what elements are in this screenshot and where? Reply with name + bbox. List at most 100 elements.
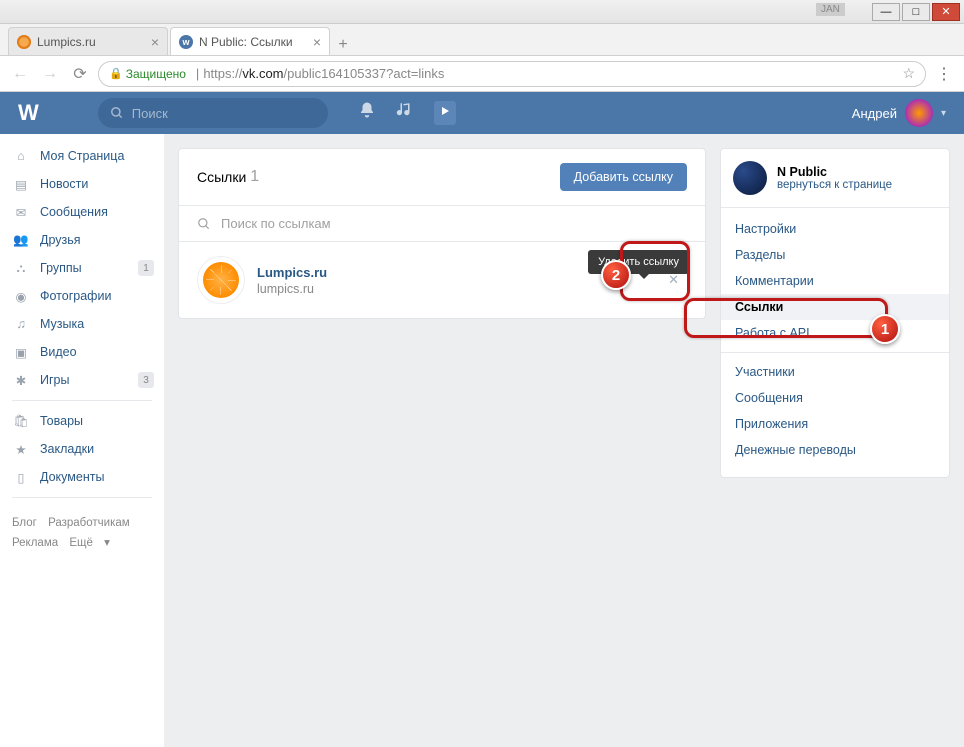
sidebar-label: Музыка <box>40 317 84 331</box>
delete-tooltip: Удалить ссылку <box>588 250 689 274</box>
browser-tab-strip: Lumpics.ru × w N Public: Ссылки × + <box>0 24 964 56</box>
add-link-button[interactable]: Добавить ссылку <box>560 163 687 191</box>
search-icon <box>197 217 211 231</box>
user-menu[interactable]: Андрей ▾ <box>852 99 946 127</box>
side-header: N Public вернуться к странице <box>721 149 949 208</box>
sidebar-item-my-page[interactable]: ⌂ Моя Страница <box>0 142 164 170</box>
search-placeholder: Поиск <box>132 106 168 121</box>
sm-messages[interactable]: Сообщения <box>721 385 949 411</box>
sm-api[interactable]: Работа с API <box>721 320 949 346</box>
sidebar-item-bookmarks[interactable]: ★ Закладки <box>0 435 164 463</box>
notifications-icon[interactable] <box>358 101 376 125</box>
window-close-button[interactable]: ✕ <box>932 3 960 21</box>
back-to-page-link[interactable]: вернуться к странице <box>777 179 892 191</box>
bag-icon: 🛍 <box>12 412 30 430</box>
search-input[interactable]: Поиск <box>98 98 328 128</box>
sidebar-label: Группы <box>40 261 82 275</box>
jan-tag: JAN <box>816 3 845 16</box>
sm-members[interactable]: Участники <box>721 359 949 385</box>
sm-transfers[interactable]: Денежные переводы <box>721 437 949 463</box>
vk-logo[interactable]: W <box>18 100 38 126</box>
sidebar-item-market[interactable]: 🛍 Товары <box>0 407 164 435</box>
search-placeholder: Поиск по ссылкам <box>221 216 331 231</box>
sidebar-label: Друзья <box>40 233 81 247</box>
browser-menu-button[interactable]: ⋮ <box>932 64 956 84</box>
sidebar-item-photos[interactable]: ◉Фотографии <box>0 282 164 310</box>
window-minimize-button[interactable]: — <box>872 3 900 21</box>
sidebar-item-messages[interactable]: ✉Сообщения <box>0 198 164 226</box>
footer-ads-link[interactable]: Реклама <box>12 537 58 549</box>
browser-tab-lumpics[interactable]: Lumpics.ru × <box>8 27 168 55</box>
gamepad-icon: ✱ <box>12 371 30 389</box>
sidebar-item-news[interactable]: ▤Новости <box>0 170 164 198</box>
page-body: ⌂ Моя Страница ▤Новости ✉Сообщения 👥 Друзь… <box>0 134 964 747</box>
play-icon[interactable] <box>434 101 456 125</box>
sm-sections[interactable]: Разделы <box>721 242 949 268</box>
bookmark-star-icon[interactable]: ☆ <box>902 65 915 82</box>
document-icon: ▯ <box>12 468 30 486</box>
side-menu-divider <box>721 352 949 353</box>
browser-tab-vk[interactable]: w N Public: Ссылки × <box>170 27 330 55</box>
chevron-down-icon: ▾ <box>941 108 946 119</box>
sidebar-label: Моя Страница <box>40 149 124 163</box>
sidebar-label: Новости <box>40 177 88 191</box>
orange-icon <box>203 262 239 298</box>
sm-comments[interactable]: Комментарии <box>721 268 949 294</box>
link-info: Lumpics.ru lumpics.ru <box>257 265 327 296</box>
home-icon: ⌂ <box>12 147 30 165</box>
search-icon <box>110 106 124 120</box>
left-sidebar: ⌂ Моя Страница ▤Новости ✉Сообщения 👥 Друзь… <box>0 134 164 747</box>
sm-apps[interactable]: Приложения <box>721 411 949 437</box>
favicon-orange-icon <box>17 35 31 49</box>
link-avatar[interactable] <box>197 256 245 304</box>
tab-close-icon[interactable]: × <box>313 34 321 50</box>
camera-icon: ◉ <box>12 287 30 305</box>
star-icon: ★ <box>12 440 30 458</box>
sidebar-item-music[interactable]: ♫Музыка <box>0 310 164 338</box>
footer-dev-link[interactable]: Разработчикам <box>48 517 130 529</box>
avatar <box>905 99 933 127</box>
sidebar-badge: 3 <box>138 372 154 388</box>
sidebar-item-groups[interactable]: ⛬ Группы 1 <box>0 254 164 282</box>
forward-button[interactable]: → <box>38 62 62 86</box>
sidebar-label: Видео <box>40 345 77 359</box>
links-card: Ссылки 1 Добавить ссылку Поиск по ссылка… <box>178 148 706 319</box>
sidebar-label: Закладки <box>40 442 94 456</box>
links-count: 1 <box>250 168 259 186</box>
sidebar-badge: 1 <box>138 260 154 276</box>
friends-icon: 👥 <box>12 231 30 249</box>
footer-more-link[interactable]: Ещё ▾ <box>69 537 118 549</box>
group-avatar[interactable] <box>733 161 767 195</box>
sm-settings[interactable]: Настройки <box>721 216 949 242</box>
sidebar-item-games[interactable]: ✱ Игры 3 <box>0 366 164 394</box>
delete-link-button[interactable]: ✕ <box>668 272 679 288</box>
sidebar-item-friends[interactable]: 👥 Друзья <box>0 226 164 254</box>
sidebar-divider <box>12 400 152 401</box>
sm-links[interactable]: Ссылки <box>721 294 949 320</box>
favicon-vk-icon: w <box>179 35 193 49</box>
sidebar-label: Товары <box>40 414 83 428</box>
new-tab-button[interactable]: + <box>332 35 354 55</box>
main-area: Ссылки 1 Добавить ссылку Поиск по ссылка… <box>164 134 964 747</box>
sidebar-label: Игры <box>40 373 69 387</box>
link-url: lumpics.ru <box>257 282 327 296</box>
links-search-input[interactable]: Поиск по ссылкам <box>179 206 705 242</box>
card-header: Ссылки 1 Добавить ссылку <box>179 149 705 206</box>
footer-blog-link[interactable]: Блог <box>12 517 37 529</box>
back-button[interactable]: ← <box>8 62 32 86</box>
sidebar-divider <box>12 497 152 498</box>
music-icon[interactable] <box>396 101 414 125</box>
video-icon: ▣ <box>12 343 30 361</box>
sidebar-item-docs[interactable]: ▯Документы <box>0 463 164 491</box>
secure-badge: Защищено <box>109 67 186 81</box>
groups-icon: ⛬ <box>12 259 30 277</box>
window-titlebar: JAN — □ ✕ <box>0 0 964 24</box>
url-separator: | <box>196 66 199 81</box>
link-name[interactable]: Lumpics.ru <box>257 265 327 280</box>
sidebar-label: Сообщения <box>40 205 108 219</box>
tab-close-icon[interactable]: × <box>151 34 159 50</box>
window-maximize-button[interactable]: □ <box>902 3 930 21</box>
sidebar-item-video[interactable]: ▣ Видео <box>0 338 164 366</box>
url-input[interactable]: Защищено | https://vk.com/public16410533… <box>98 61 926 87</box>
reload-button[interactable]: ⟳ <box>68 62 92 86</box>
